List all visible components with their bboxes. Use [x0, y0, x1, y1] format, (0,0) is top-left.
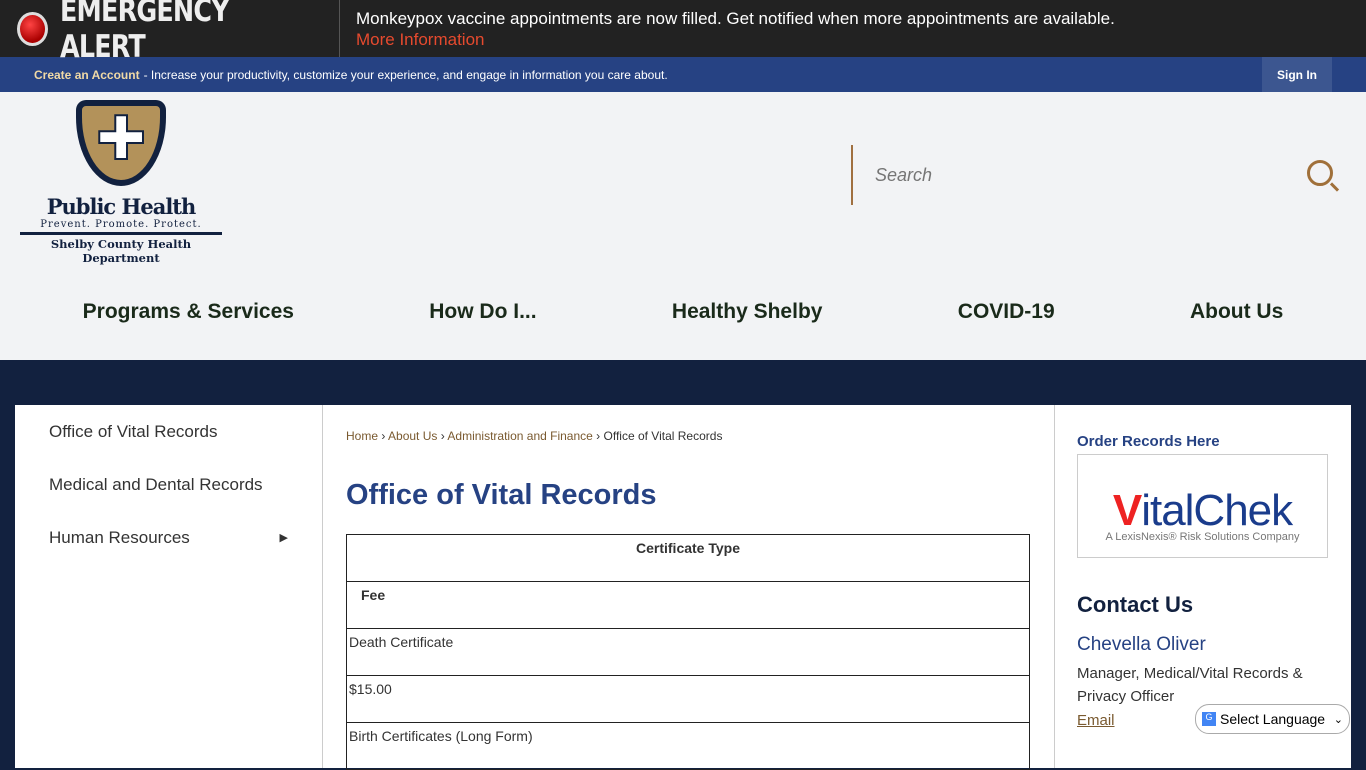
- sidebar-item-label: Human Resources: [49, 527, 190, 547]
- logo-tagline: Prevent. Promote. Protect.: [20, 219, 222, 235]
- language-label: Select Language: [1220, 711, 1326, 727]
- table-header: Certificate Type: [346, 534, 1030, 582]
- breadcrumb-admin-finance[interactable]: Administration and Finance: [447, 429, 592, 443]
- expand-arrow-icon[interactable]: ▶: [280, 531, 288, 544]
- contact-role: Manager, Medical/Vital Records & Privacy…: [1077, 665, 1303, 705]
- create-account-link[interactable]: Create an Account: [34, 68, 140, 82]
- order-records-heading: Order Records Here: [1077, 433, 1220, 450]
- search-input[interactable]: [875, 164, 1295, 186]
- main-nav: Programs & Services How Do I... Healthy …: [0, 300, 1366, 324]
- search-icon[interactable]: [1307, 160, 1333, 186]
- breadcrumb-about-us[interactable]: About Us: [388, 429, 437, 443]
- sign-in-button[interactable]: Sign In: [1262, 57, 1332, 92]
- contact-name: Chevella Oliver: [1077, 634, 1206, 655]
- page-title: Office of Vital Records: [346, 479, 657, 511]
- logo-dept: Shelby County Health Department: [50, 237, 192, 265]
- search-box: [851, 145, 1341, 205]
- table-row: $15.00: [346, 675, 1030, 723]
- table-cell: Death Certificate: [346, 628, 1030, 676]
- nav-how-do-i[interactable]: How Do I...: [429, 300, 536, 324]
- nav-covid-19[interactable]: COVID-19: [958, 300, 1055, 324]
- header: Public Health Prevent. Promote. Protect.…: [0, 92, 1366, 360]
- table-row: Death Certificate: [346, 628, 1030, 676]
- logo[interactable]: Public Health Prevent. Promote. Protect.…: [20, 100, 222, 265]
- vitalchek-wordmark: VitalChek: [1112, 486, 1293, 535]
- emergency-alert-bar: EMERGENCY ALERT Monkeypox vaccine appoin…: [0, 0, 1366, 65]
- breadcrumb: Home › About Us › Administration and Fin…: [346, 429, 723, 443]
- table-cell: Birth Certificates (Long Form): [346, 722, 1030, 770]
- chevron-down-icon: ⌄: [1333, 713, 1343, 726]
- table-row: Certificate Type: [346, 534, 1030, 582]
- table-cell: Fee: [346, 581, 1030, 629]
- shield-cross-icon: [76, 100, 166, 186]
- alert-title: EMERGENCY ALERT: [59, 0, 230, 65]
- google-translate-icon: G: [1202, 712, 1216, 726]
- sidebar-item-vital-records[interactable]: Office of Vital Records: [15, 405, 322, 458]
- account-text: - Increase your productivity, customize …: [143, 67, 668, 82]
- nav-programs-services[interactable]: Programs & Services: [83, 300, 294, 324]
- sidebar: Office of Vital Records Medical and Dent…: [15, 405, 323, 768]
- main-content: Home › About Us › Administration and Fin…: [323, 405, 1054, 770]
- nav-about-us[interactable]: About Us: [1190, 300, 1283, 324]
- table-row: Birth Certificates (Long Form): [346, 722, 1030, 770]
- fees-table: Certificate Type Fee Death Certificate $…: [346, 534, 1030, 770]
- alert-icon: [17, 11, 48, 46]
- breadcrumb-home[interactable]: Home: [346, 429, 378, 443]
- language-select[interactable]: G Select Language ⌄: [1195, 704, 1350, 734]
- table-cell: $15.00: [346, 675, 1030, 723]
- logo-title: Public Health: [46, 194, 197, 219]
- nav-healthy-shelby[interactable]: Healthy Shelby: [672, 300, 823, 324]
- vitalchek-subtitle: A LexisNexis® Risk Solutions Company: [1105, 531, 1300, 543]
- sidebar-item-human-resources[interactable]: Human Resources ▶: [15, 511, 322, 564]
- sidebar-item-medical-dental[interactable]: Medical and Dental Records: [15, 458, 322, 511]
- alert-message: Monkeypox vaccine appointments are now f…: [356, 8, 1115, 28]
- sidebar-item-label: Medical and Dental Records: [49, 474, 263, 494]
- more-information-link[interactable]: More Information: [356, 29, 1115, 50]
- sidebar-item-label: Office of Vital Records: [49, 421, 218, 441]
- contact-heading: Contact Us: [1077, 592, 1194, 617]
- vitalchek-logo[interactable]: VitalChek A LexisNexis® Risk Solutions Co…: [1077, 454, 1328, 558]
- breadcrumb-current: Office of Vital Records: [603, 429, 723, 443]
- table-row: Fee: [346, 581, 1030, 629]
